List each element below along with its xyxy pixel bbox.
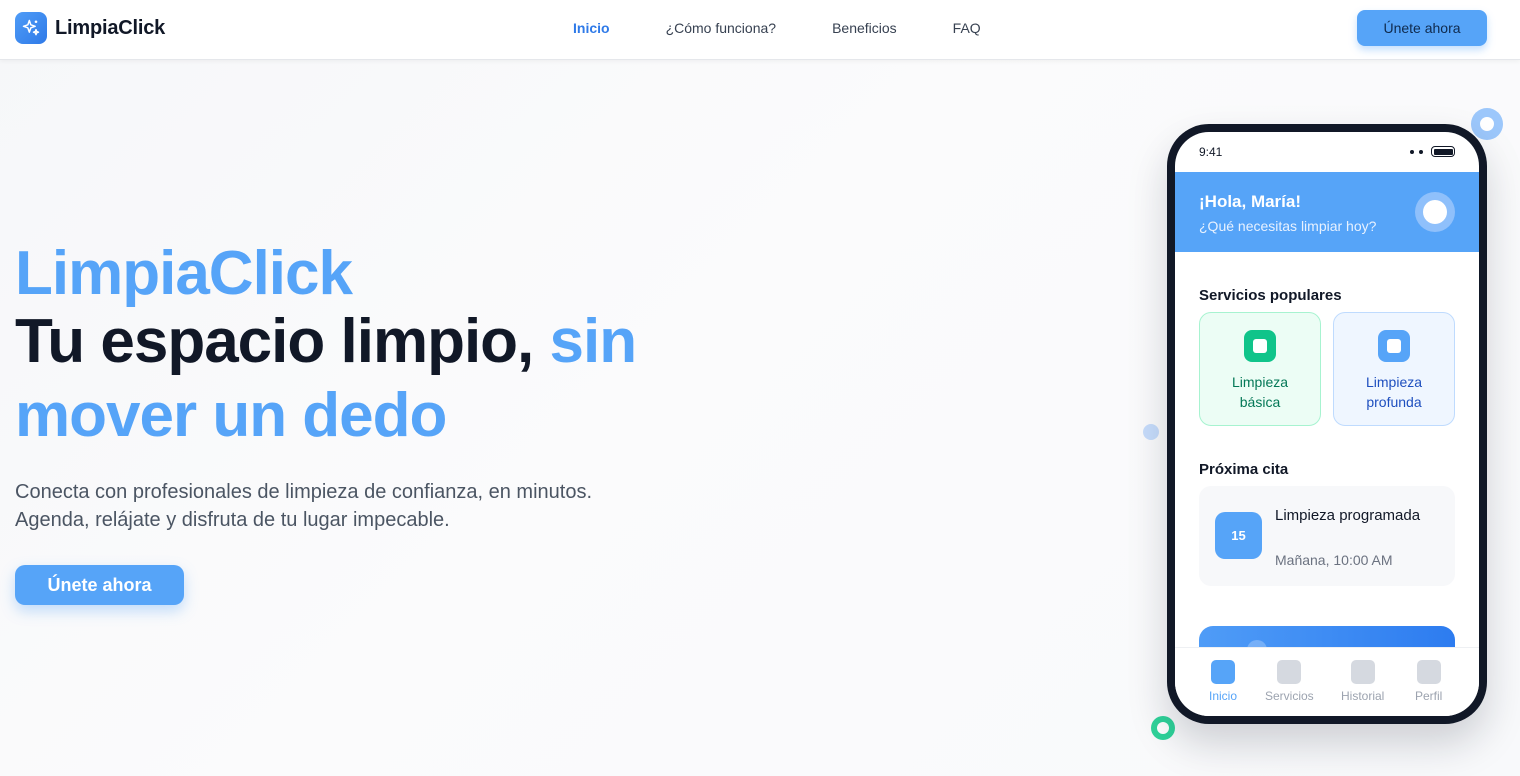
tab-label: Servicios xyxy=(1265,689,1314,703)
next-appointment-title: Próxima cita xyxy=(1199,461,1289,478)
nav-link-beneficios[interactable]: Beneficios xyxy=(832,20,897,36)
service-label: Limpieza profunda xyxy=(1365,374,1423,410)
signal-dot-icon xyxy=(1410,149,1414,154)
home-icon xyxy=(1211,660,1235,684)
signal-dot-icon xyxy=(1419,149,1423,154)
greeting: ¡Hola, María! xyxy=(1199,192,1302,211)
battery-icon xyxy=(1431,146,1455,157)
appointment-card[interactable]: 15 Limpieza programada Mañana, 10:00 AM xyxy=(1199,486,1455,586)
appointment-title: Limpieza programada xyxy=(1275,507,1421,524)
phone-mockup: 9:41 ¡Hola, María! ¿Qué necesitas limpia… xyxy=(1167,124,1487,724)
top-navbar: LimpiaClick Inicio ¿Cómo funciona? Benef… xyxy=(0,0,1520,60)
nav-link-faq[interactable]: FAQ xyxy=(953,20,981,36)
avatar-icon xyxy=(1423,200,1447,224)
nav-link-inicio[interactable]: Inicio xyxy=(573,20,610,36)
hero-brand-title: LimpiaClick xyxy=(15,239,353,308)
app-header: ¡Hola, María! ¿Qué necesitas limpiar hoy… xyxy=(1175,172,1479,252)
decorative-dot xyxy=(1143,424,1159,440)
join-button-hero[interactable]: Únete ahora xyxy=(15,565,184,605)
history-icon xyxy=(1350,660,1375,684)
square-icon xyxy=(1378,330,1410,362)
tab-label: Inicio xyxy=(1209,689,1238,703)
service-card-deep[interactable]: Limpieza profunda xyxy=(1333,312,1455,426)
nav-link-como-funciona[interactable]: ¿Cómo funciona? xyxy=(666,20,777,36)
service-card-basic[interactable]: Limpieza básica xyxy=(1199,312,1321,426)
status-icons xyxy=(1410,146,1455,157)
brand-name: LimpiaClick xyxy=(55,16,166,39)
headline-main: Tu espacio limpio, xyxy=(15,307,534,376)
date-badge: 15 xyxy=(1215,512,1262,559)
tab-historial[interactable]: Historial xyxy=(1341,660,1384,703)
nav-links: Inicio ¿Cómo funciona? Beneficios FAQ xyxy=(573,20,1037,36)
hero-headline: Tu espacio limpio, sin mover un dedo xyxy=(15,305,695,453)
hero-subtitle-line1: Conecta con profesionales de limpieza de… xyxy=(15,481,593,503)
phone-screen: 9:41 ¡Hola, María! ¿Qué necesitas limpia… xyxy=(1175,132,1479,716)
popular-services-title: Servicios populares xyxy=(1199,287,1342,304)
sparkle-icon xyxy=(15,12,47,44)
avatar[interactable] xyxy=(1415,192,1455,232)
hero-subtitle: Conecta con profesionales de limpieza de… xyxy=(15,478,655,534)
status-time: 9:41 xyxy=(1199,145,1223,159)
services-icon xyxy=(1277,660,1302,684)
tab-bar: Inicio Servicios Historial Perfil xyxy=(1175,647,1479,716)
tab-servicios[interactable]: Servicios xyxy=(1265,660,1314,703)
service-label: Limpieza básica xyxy=(1231,374,1289,410)
hero-subtitle-line2: Agenda, relájate y disfruta de tu lugar … xyxy=(15,509,450,531)
tab-label: Historial xyxy=(1341,689,1385,703)
decorative-ring-green xyxy=(1151,716,1175,740)
appointment-time: Mañana, 10:00 AM xyxy=(1275,552,1393,568)
status-bar: 9:41 xyxy=(1175,132,1479,172)
square-icon xyxy=(1244,330,1276,362)
brand[interactable]: LimpiaClick xyxy=(15,12,165,44)
profile-icon xyxy=(1416,660,1441,684)
tab-label: Perfil xyxy=(1415,689,1443,703)
greeting-subtitle: ¿Qué necesitas limpiar hoy? xyxy=(1199,218,1377,234)
tab-perfil[interactable]: Perfil xyxy=(1415,660,1442,703)
join-button-nav[interactable]: Únete ahora xyxy=(1357,10,1487,46)
tab-inicio[interactable]: Inicio xyxy=(1209,660,1237,703)
